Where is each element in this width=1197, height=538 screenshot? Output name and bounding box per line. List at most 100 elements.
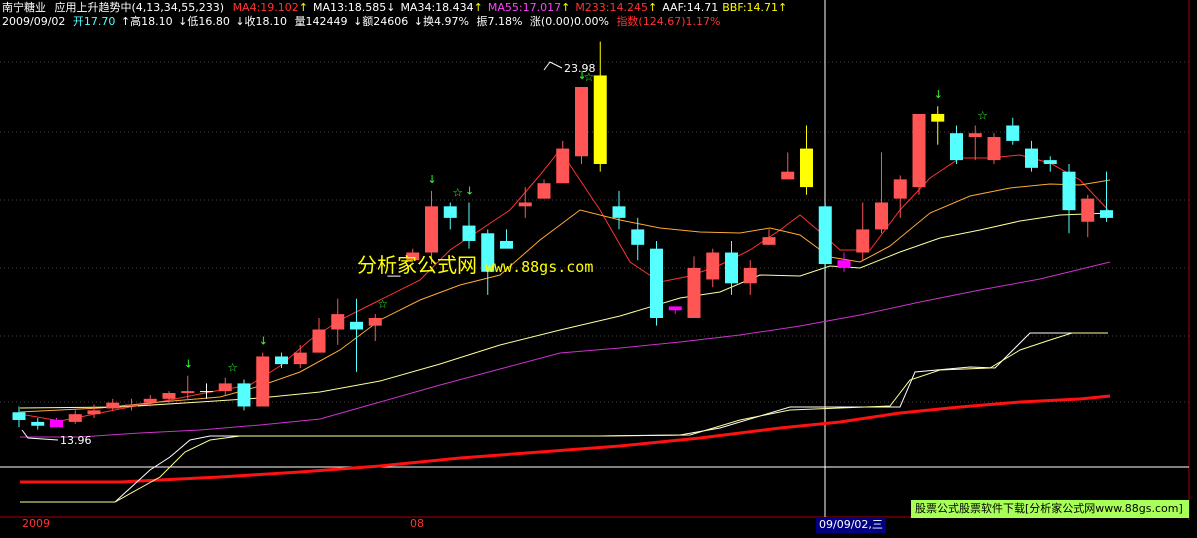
cursor-date-label: 09/09/02,三 (816, 517, 886, 533)
candle-body (856, 229, 870, 253)
candle-body (68, 414, 82, 422)
candle-body (593, 75, 607, 164)
candle-body (162, 393, 176, 399)
candle-body (331, 314, 345, 330)
quote-volume: 量142449 (294, 15, 348, 28)
candle-body (950, 133, 963, 161)
candle-body (87, 410, 101, 415)
buy-arrow-icon: ↓ (184, 358, 193, 371)
candle-body (687, 267, 701, 318)
ma-value: M233:14.245 (575, 1, 648, 14)
candle-body (875, 202, 888, 230)
candle-body (743, 267, 757, 284)
candle-body (931, 113, 945, 122)
candle-body (181, 391, 195, 394)
arrow-down-icon: ↓ (386, 1, 396, 14)
quote-high: ↑高18.10 (120, 15, 173, 28)
candle-body (218, 383, 232, 392)
candle-body (537, 183, 551, 199)
candle-body (893, 179, 907, 199)
low-price-label: 13.96 (60, 434, 92, 447)
kline-chart[interactable]: ↓↓↓↓↓↓☆☆☆☆☆ 23.98 13.96 (0, 0, 1197, 538)
ma-value: MA55:17.017 (487, 1, 562, 14)
candle-body (256, 356, 270, 407)
candle-body (1006, 125, 1020, 141)
candle-body (1043, 160, 1057, 164)
candle-body (912, 113, 926, 188)
quote-change: 涨(0.00)0.00% (529, 15, 609, 28)
candle (818, 202, 832, 272)
candle (987, 133, 1001, 164)
candle-body (31, 421, 45, 426)
candle-body (725, 252, 738, 284)
candle-body (781, 171, 795, 180)
candle-body (500, 240, 513, 249)
indicator-header: 南宁糖业 应用上升趋势中(4,13,34,55,233) MA4:19.102↑… (2, 1, 792, 15)
ma-values: MA4:19.102↑ MA13:18.585↓ MA34:18.434↑ MA55:… (233, 1, 793, 14)
ad-banner[interactable]: 股票公式股票软件下载[分析家公式网www.88gs.com] (911, 500, 1189, 518)
ma-value: BBF:14.71 (722, 1, 779, 14)
arrow-up-icon: ↑ (561, 1, 571, 14)
candle (256, 352, 270, 407)
star-icon: ☆ (452, 185, 463, 199)
quote-amount: ↓额24606 (353, 15, 409, 28)
candle-body (556, 148, 570, 184)
candle-body (650, 248, 663, 318)
candle-body (425, 206, 438, 253)
candle (237, 379, 251, 411)
quote-turnover: ↓换4.97% (413, 15, 469, 28)
arrow-up-icon: ↑ (298, 1, 308, 14)
candle-body (968, 133, 982, 138)
ma-value: MA34:18.434 (400, 1, 474, 14)
candle-body (1081, 198, 1095, 222)
quote-amplitude: 振7.18% (476, 15, 523, 28)
quote-date: 2009/09/02 (2, 15, 66, 28)
candle-body (200, 391, 213, 393)
candle-body (1062, 171, 1076, 211)
candle (575, 86, 588, 164)
candle-body (1025, 148, 1038, 168)
buy-arrow-icon: ↓ (428, 173, 437, 186)
candle-body (575, 86, 588, 157)
candle-body (237, 383, 251, 407)
quote-low: ↓低16.80 (178, 15, 230, 28)
stock-name[interactable]: 南宁糖业 (2, 1, 46, 14)
candle-body (668, 306, 682, 311)
buy-arrow-icon: ↓ (934, 88, 943, 101)
watermark-url: www.88gs.com (485, 258, 594, 276)
star-icon: ☆ (977, 108, 988, 122)
quote-index: 指数(124.67)1.17% (616, 15, 721, 28)
star-icon: ☆ (377, 297, 388, 311)
buy-arrow-icon: ↓ (259, 335, 268, 348)
candle-body (800, 148, 813, 188)
candle-body (706, 252, 720, 280)
quote-open: 开17.70 (72, 15, 116, 28)
candle-body (312, 329, 326, 353)
high-price-label: 23.98 (564, 62, 596, 75)
candle-body (368, 317, 382, 326)
candle-body (1100, 210, 1113, 218)
candle-body (350, 321, 363, 330)
candle-body (106, 402, 120, 409)
arrow-up-icon: ↑ (778, 1, 788, 14)
watermark-text: 分析家公式网 (357, 253, 477, 277)
star-icon: ☆ (227, 361, 238, 375)
watermark: 分析家公式网 www.88gs.com (357, 249, 593, 278)
candle-body (143, 398, 157, 403)
indicator-name: 应用上升趋势中(4,13,34,55,233) (54, 1, 225, 14)
candle-body (612, 206, 626, 218)
arrow-up-icon: ↑ (473, 1, 483, 14)
candle-body (443, 206, 457, 218)
candle-body (125, 404, 138, 407)
candle-body (462, 225, 476, 241)
ma-value: MA13:18.585 (313, 1, 387, 14)
candle-body (50, 419, 63, 428)
candle (650, 240, 663, 326)
candle-body (293, 352, 307, 365)
candle-body (818, 206, 832, 265)
candle-body (762, 237, 776, 245)
ma-value: AAF:14.71 (662, 1, 719, 14)
candle-body (518, 202, 532, 207)
candle-body (12, 412, 26, 420)
candle (912, 113, 926, 195)
